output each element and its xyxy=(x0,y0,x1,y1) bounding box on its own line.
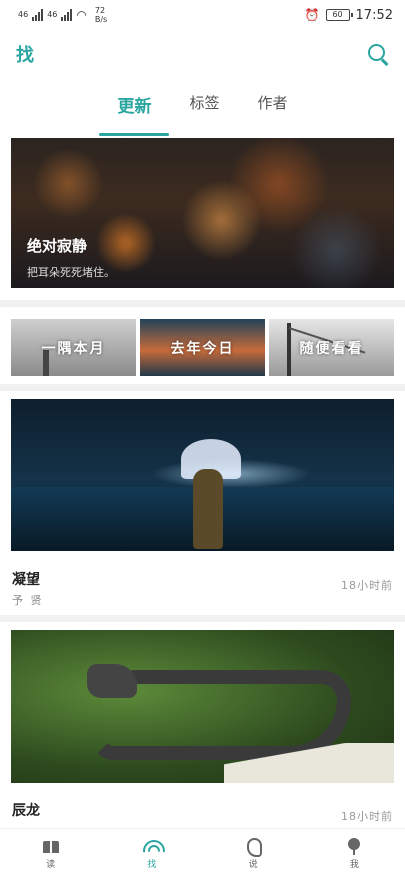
category-last-year-today[interactable]: 去年今日 xyxy=(140,319,265,376)
wifi-icon: ◠ xyxy=(76,8,87,22)
search-icon[interactable] xyxy=(367,43,389,65)
section-divider xyxy=(0,300,405,307)
tab-updates[interactable]: 更新 xyxy=(99,86,170,136)
nav-label: 读 xyxy=(46,860,56,870)
featured-caption: 绝对寂静 把耳朵死死堵住。 xyxy=(27,235,115,280)
clock: 17:52 xyxy=(355,7,393,23)
nav-me[interactable]: 我 xyxy=(304,829,405,878)
nav-read[interactable]: 读 xyxy=(0,829,101,878)
story-time: 18小时前 xyxy=(341,579,393,592)
tab-bar: 更新 标签 作者 xyxy=(0,86,405,136)
book-icon xyxy=(41,837,61,855)
category-strip: 一隅本月 去年今日 随便看看 xyxy=(11,319,394,376)
category-this-month[interactable]: 一隅本月 xyxy=(11,319,136,376)
signal-icon xyxy=(32,9,44,21)
speed-value: 72 xyxy=(94,6,106,15)
network-type-1: 46 xyxy=(18,10,29,19)
page-title: 找 xyxy=(16,45,34,66)
roof xyxy=(224,743,394,783)
story-title[interactable]: 辰龙 xyxy=(12,800,40,820)
status-left: 46 46 ◠ 72 B/s xyxy=(18,6,107,24)
category-label: 一隅本月 xyxy=(41,340,106,357)
category-label: 随便看看 xyxy=(299,340,364,357)
nav-find[interactable]: 找 xyxy=(101,829,202,878)
category-label: 去年今日 xyxy=(170,340,235,357)
app-header: 找 xyxy=(0,34,405,74)
status-bar: 46 46 ◠ 72 B/s ⏰ 60 17:52 xyxy=(0,0,405,30)
network-speed: 72 B/s xyxy=(95,6,107,24)
speed-unit: B/s xyxy=(94,15,108,24)
network-type-2: 46 xyxy=(47,10,58,19)
category-random[interactable]: 随便看看 xyxy=(269,319,394,376)
alarm-icon: ⏰ xyxy=(304,8,320,22)
section-divider xyxy=(0,615,405,622)
arc-icon xyxy=(142,837,162,855)
story-image[interactable] xyxy=(11,399,394,551)
bottom-navigation: 读 找 说 我 xyxy=(0,828,405,878)
nav-talk[interactable]: 说 xyxy=(203,829,304,878)
featured-banner[interactable]: 绝对寂静 把耳朵死死堵住。 xyxy=(11,138,394,288)
nav-label: 说 xyxy=(248,860,258,870)
tree-icon xyxy=(344,837,364,855)
story-title[interactable]: 凝望 xyxy=(12,569,40,589)
tab-authors[interactable]: 作者 xyxy=(254,86,292,130)
story-author[interactable]: 予 贤 xyxy=(12,592,44,608)
story-time: 18小时前 xyxy=(341,810,393,823)
section-divider xyxy=(0,384,405,391)
nav-label: 我 xyxy=(349,860,359,870)
tab-tags[interactable]: 标签 xyxy=(185,86,223,130)
ear-icon xyxy=(243,837,263,857)
featured-title: 绝对寂静 xyxy=(27,237,88,255)
signal-icon xyxy=(61,9,73,21)
battery-icon: 60 xyxy=(325,9,353,21)
nav-label: 找 xyxy=(147,860,157,870)
dragon-head xyxy=(87,664,137,698)
status-right: ⏰ 60 17:52 xyxy=(305,8,393,23)
featured-subtitle: 把耳朵死死堵住。 xyxy=(27,266,115,279)
story-image[interactable] xyxy=(11,630,394,783)
person xyxy=(193,469,223,549)
